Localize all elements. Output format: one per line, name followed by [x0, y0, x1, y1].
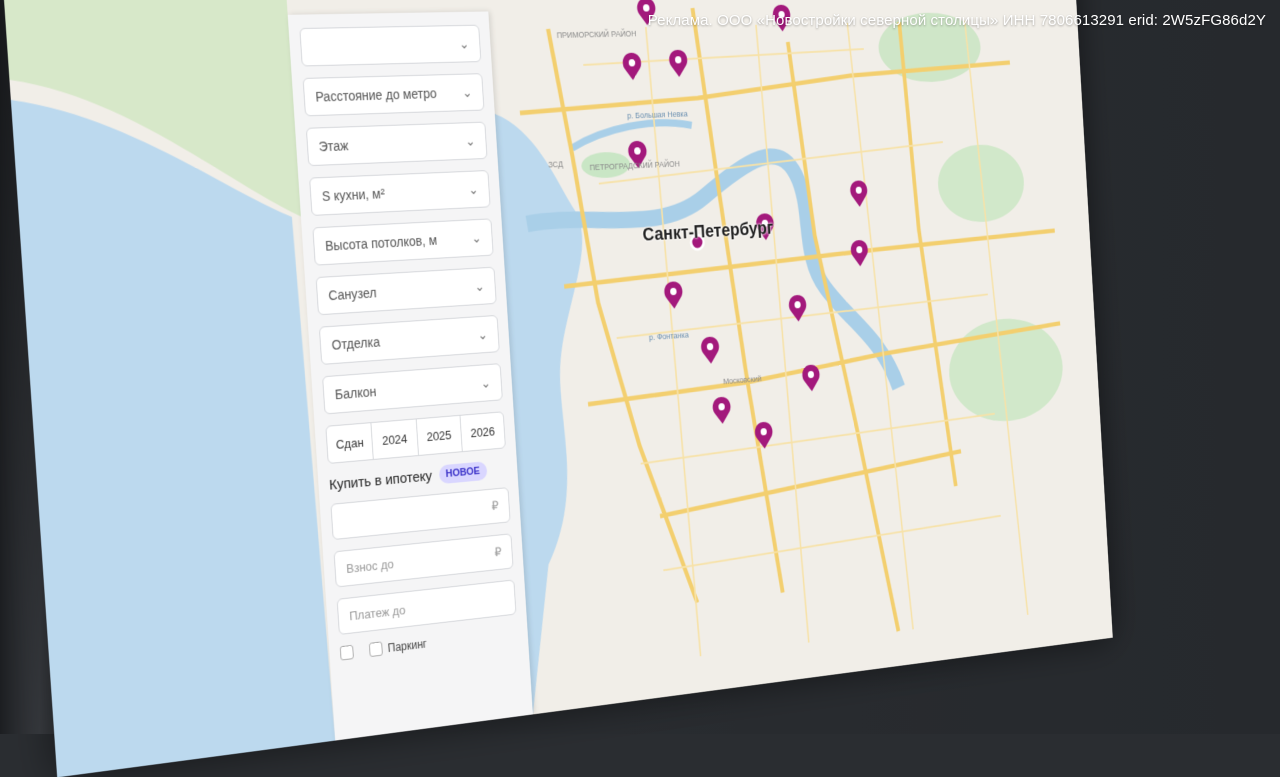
chevron-down-icon: ⌄: [465, 133, 476, 149]
new-badge: НОВОЕ: [438, 461, 487, 484]
year-option-2025[interactable]: 2025: [416, 416, 462, 455]
balcony-select[interactable]: Балкон ⌄: [322, 363, 503, 414]
ruble-icon: ₽: [494, 545, 502, 561]
chevron-down-icon: ⌄: [480, 375, 491, 392]
ruble-icon: ₽: [491, 498, 499, 513]
input-placeholder: Взнос до: [346, 556, 394, 575]
chevron-down-icon: ⌄: [468, 181, 479, 197]
field-label: Высота потолков, м: [325, 232, 438, 253]
metro-distance-select[interactable]: Расстояние до метро ⌄: [303, 73, 485, 116]
field-label: Расстояние до метро: [315, 86, 437, 105]
ad-disclaimer: Реклама. ООО «Новостройки северной столи…: [648, 12, 1266, 29]
parking-checkbox-option[interactable]: Паркинг: [369, 636, 427, 657]
top-filter-field[interactable]: ⌄: [299, 25, 481, 67]
monthly-payment-input[interactable]: Платеж до: [337, 579, 517, 635]
field-label: S кухни, м²: [321, 186, 385, 204]
finishing-select[interactable]: Отделка ⌄: [319, 315, 500, 365]
down-payment-input[interactable]: Взнос до ₽: [334, 533, 514, 587]
district-label: ПРИМОРСКИЙ РАЙОН: [556, 28, 636, 40]
checkbox-option[interactable]: [340, 644, 359, 660]
year-option-2026[interactable]: 2026: [460, 412, 505, 451]
completion-year-toggle: Сдан 2024 2025 2026: [325, 411, 506, 464]
floor-select[interactable]: Этаж ⌄: [306, 122, 488, 167]
chevron-down-icon: ⌄: [471, 230, 482, 246]
chevron-down-icon: ⌄: [477, 326, 488, 342]
bathroom-select[interactable]: Санузел ⌄: [316, 267, 497, 316]
ceiling-height-select[interactable]: Высота потолков, м ⌄: [312, 218, 493, 265]
mortgage-label: Купить в ипотеку: [329, 468, 433, 493]
field-label: Отделка: [331, 334, 380, 353]
chevron-down-icon: ⌄: [462, 84, 473, 100]
checkbox[interactable]: [340, 645, 354, 661]
year-option-done[interactable]: Сдан: [326, 423, 374, 463]
checkbox[interactable]: [369, 641, 383, 657]
road-label: ЗСД: [548, 159, 563, 169]
field-label: Этаж: [318, 138, 349, 154]
mortgage-amount-input[interactable]: ₽: [330, 487, 510, 540]
input-placeholder: Платеж до: [349, 602, 406, 622]
kitchen-area-select[interactable]: S кухни, м² ⌄: [309, 170, 490, 216]
checkbox-label: Паркинг: [387, 637, 427, 655]
field-label: Балкон: [334, 384, 376, 402]
chevron-down-icon: ⌄: [459, 36, 470, 52]
year-option-2024[interactable]: 2024: [372, 419, 419, 459]
field-label: Санузел: [328, 285, 377, 303]
chevron-down-icon: ⌄: [474, 278, 485, 294]
